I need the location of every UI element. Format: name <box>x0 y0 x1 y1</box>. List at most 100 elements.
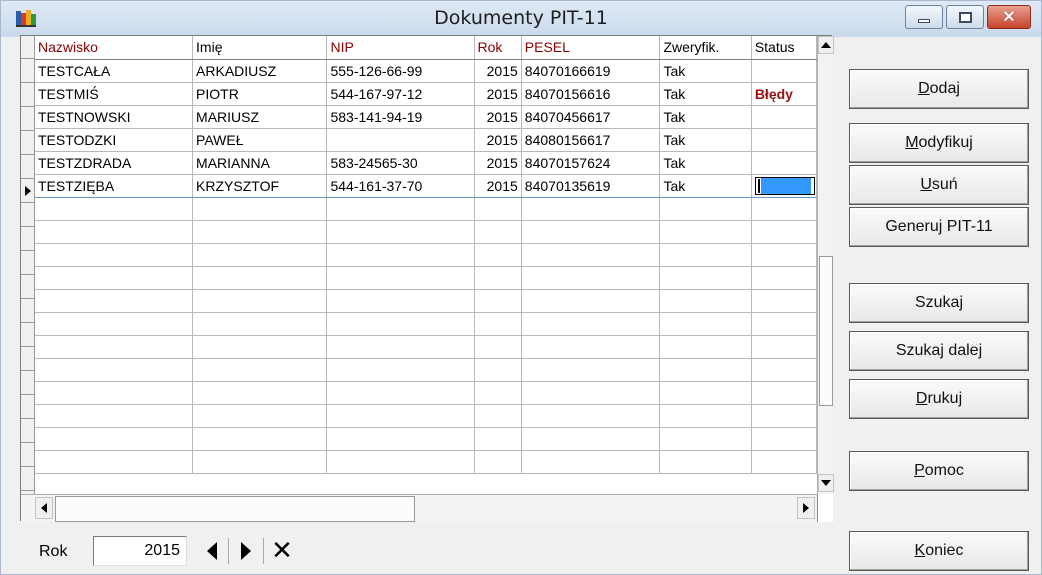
table-cell[interactable] <box>521 312 661 336</box>
table-cell[interactable] <box>35 243 194 267</box>
table-cell[interactable]: TESTCAŁA <box>35 59 194 83</box>
scroll-down-button[interactable] <box>818 474 834 492</box>
search-button[interactable]: Szukaj <box>849 283 1029 323</box>
table-cell[interactable] <box>192 197 328 221</box>
table-cell[interactable] <box>192 450 328 474</box>
table-cell[interactable] <box>35 427 194 451</box>
table-cell[interactable] <box>326 266 475 290</box>
horizontal-scrollbar[interactable] <box>21 494 833 522</box>
table-cell[interactable]: 2015 <box>474 105 522 129</box>
table-cell[interactable] <box>474 450 522 474</box>
table-cell[interactable]: 2015 <box>474 128 522 152</box>
table-cell[interactable]: TESTNOWSKI <box>35 105 194 129</box>
table-cell[interactable] <box>326 335 475 359</box>
table-cell[interactable] <box>521 404 661 428</box>
table-cell[interactable] <box>35 450 194 474</box>
year-prev-button[interactable] <box>197 536 227 566</box>
table-cell[interactable] <box>192 335 328 359</box>
table-cell[interactable] <box>751 450 818 474</box>
title-bar[interactable]: Dokumenty PIT-11 ✕ <box>1 1 1041 37</box>
table-cell[interactable] <box>326 243 475 267</box>
table-cell[interactable] <box>751 358 818 382</box>
table-cell[interactable]: 84070135619 <box>521 173 661 198</box>
table-cell[interactable] <box>326 427 475 451</box>
table-cell[interactable] <box>751 220 818 244</box>
table-cell[interactable] <box>751 427 818 451</box>
table-cell[interactable] <box>326 128 475 152</box>
table-row[interactable]: TESTODZKI PAWEŁ 2015 84080156617 Tak <box>35 128 818 152</box>
table-cell[interactable] <box>192 266 328 290</box>
table-cell[interactable] <box>659 197 752 221</box>
table-cell[interactable] <box>474 404 522 428</box>
table-cell[interactable]: 555-126-66-99 <box>326 59 475 83</box>
table-row[interactable]: TESTZIĘBA KRZYSZTOF 544-161-37-70 2015 84070… <box>35 173 818 198</box>
table-cell[interactable] <box>192 220 328 244</box>
table-cell[interactable] <box>326 312 475 336</box>
table-cell[interactable]: 84080156617 <box>521 128 661 152</box>
table-cell[interactable]: 544-161-37-70 <box>326 173 475 198</box>
vertical-scroll-thumb[interactable] <box>819 256 833 406</box>
table-cell[interactable] <box>35 358 194 382</box>
table-cell[interactable]: TESTMIŚ <box>35 82 194 106</box>
data-table[interactable]: Nazwisko Imię NIP Rok PESEL Zweryfik. Status T… <box>35 36 818 474</box>
table-cell[interactable] <box>474 427 522 451</box>
table-row[interactable] <box>35 243 818 267</box>
table-cell[interactable] <box>751 151 818 175</box>
scroll-up-button[interactable] <box>818 36 834 54</box>
table-row[interactable] <box>35 289 818 313</box>
table-cell[interactable] <box>326 197 475 221</box>
table-cell[interactable] <box>474 266 522 290</box>
table-cell[interactable] <box>751 59 818 83</box>
table-cell[interactable] <box>659 450 752 474</box>
column-header[interactable]: Zweryfik. <box>659 36 752 60</box>
table-cell[interactable]: Tak <box>659 105 752 129</box>
table-cell[interactable]: Tak <box>659 82 752 106</box>
table-row[interactable] <box>35 404 818 428</box>
delete-button[interactable]: Usuń <box>849 165 1029 205</box>
table-cell[interactable]: 2015 <box>474 151 522 175</box>
table-cell[interactable] <box>521 450 661 474</box>
table-row[interactable] <box>35 266 818 290</box>
table-cell[interactable]: ARKADIUSZ <box>192 59 328 83</box>
horizontal-scroll-thumb[interactable] <box>55 496 415 522</box>
table-cell[interactable] <box>521 427 661 451</box>
table-row[interactable]: TESTMIŚ PIOTR 544-167-97-12 2015 84070156616… <box>35 82 818 106</box>
scroll-right-button[interactable] <box>797 497 815 519</box>
table-cell[interactable] <box>659 312 752 336</box>
table-cell[interactable] <box>474 220 522 244</box>
table-cell[interactable] <box>521 289 661 313</box>
table-cell[interactable] <box>35 404 194 428</box>
table-cell[interactable] <box>659 220 752 244</box>
table-cell[interactable] <box>751 335 818 359</box>
table-cell[interactable] <box>751 128 818 152</box>
close-button[interactable]: ✕ <box>987 5 1031 29</box>
table-row[interactable] <box>35 220 818 244</box>
table-cell[interactable]: Tak <box>659 128 752 152</box>
table-row[interactable] <box>35 312 818 336</box>
table-cell[interactable]: 583-24565-30 <box>326 151 475 175</box>
table-cell[interactable] <box>751 312 818 336</box>
documents-grid[interactable]: Nazwisko Imię NIP Rok PESEL Zweryfik. Status T… <box>20 35 834 522</box>
table-cell[interactable] <box>751 243 818 267</box>
table-cell[interactable] <box>659 266 752 290</box>
table-row[interactable]: TESTCAŁA ARKADIUSZ 555-126-66-99 2015 840701… <box>35 59 818 83</box>
table-cell[interactable] <box>751 197 818 221</box>
table-cell[interactable]: TESTZIĘBA <box>35 173 194 198</box>
table-cell[interactable]: 2015 <box>474 173 522 198</box>
table-cell[interactable]: 2015 <box>474 59 522 83</box>
table-cell[interactable] <box>35 289 194 313</box>
add-button[interactable]: Dodaj <box>849 69 1029 109</box>
table-cell[interactable]: PIOTR <box>192 82 328 106</box>
table-cell[interactable] <box>751 266 818 290</box>
year-next-button[interactable] <box>231 536 261 566</box>
table-cell[interactable] <box>35 197 194 221</box>
table-cell[interactable] <box>521 358 661 382</box>
table-cell[interactable]: Tak <box>659 173 752 198</box>
table-cell[interactable] <box>326 358 475 382</box>
table-cell[interactable] <box>659 335 752 359</box>
modify-button[interactable]: Modyfikuj <box>849 123 1029 163</box>
table-cell[interactable] <box>192 243 328 267</box>
year-input[interactable]: 2015 <box>93 536 187 566</box>
table-cell[interactable]: 84070156616 <box>521 82 661 106</box>
column-header[interactable]: Status <box>751 36 818 60</box>
